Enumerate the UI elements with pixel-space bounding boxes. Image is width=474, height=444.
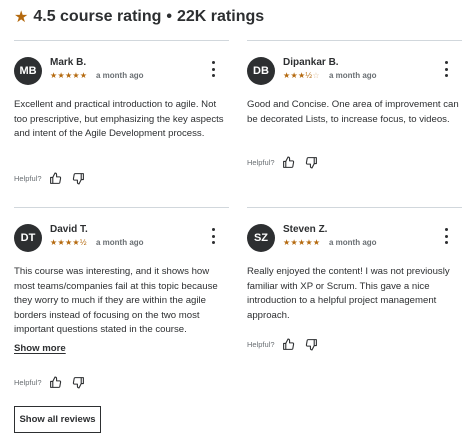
thumbs-up-icon[interactable] (281, 155, 297, 169)
more-options-icon[interactable] (207, 228, 219, 244)
more-options-icon[interactable] (440, 61, 452, 77)
helpful-row: Helpful? (14, 375, 94, 389)
star-icon: ★ (14, 9, 29, 26)
thumbs-up-icon[interactable] (48, 171, 64, 185)
helpful-row: Helpful? (247, 337, 327, 351)
helpful-label: Helpful? (247, 157, 275, 167)
more-options-icon[interactable] (440, 228, 452, 244)
star-rating: ★★★★★ (283, 238, 320, 248)
review-card: DT David T. ★★★★½ a month ago This cours… (14, 207, 229, 397)
stars-filled: ★★★★½ (50, 238, 87, 247)
review-card: SZ Steven Z. ★★★★★ a month ago Really en… (247, 207, 462, 357)
star-rating: ★★★★½ (50, 238, 87, 248)
review-date: a month ago (329, 71, 377, 80)
helpful-label: Helpful? (247, 339, 275, 349)
stars-empty: ☆ (312, 71, 320, 80)
review-date: a month ago (329, 238, 377, 247)
separator-dot: • (166, 8, 172, 25)
helpful-label: Helpful? (14, 173, 42, 183)
avatar: DB (247, 57, 275, 85)
stars-filled: ★★★½ (283, 71, 313, 80)
review-date: a month ago (96, 71, 144, 80)
ratings-count: 22K ratings (177, 8, 265, 25)
ratings-summary: ★ 4.5 course rating • 22K ratings (14, 6, 264, 28)
stars-filled: ★★★★★ (283, 238, 321, 247)
helpful-row: Helpful? (247, 155, 327, 169)
thumbs-up-icon[interactable] (281, 337, 297, 351)
review-date: a month ago (96, 238, 144, 247)
review-text: This course was interesting, and it show… (14, 266, 218, 335)
review-card: MB Mark B. ★★★★★ a month ago Excellent a… (14, 40, 229, 190)
thumbs-down-icon[interactable] (71, 171, 87, 185)
helpful-label: Helpful? (14, 377, 42, 387)
review-text: Really enjoyed the content! I was not pr… (247, 266, 450, 321)
reviewer-name: Dipankar B. (283, 57, 339, 68)
reviewer-name: David T. (50, 224, 88, 235)
review-header: DB Dipankar B. ★★★½☆ a month ago (247, 57, 462, 85)
star-rating: ★★★★★ (50, 71, 87, 81)
helpful-row: Helpful? (14, 171, 94, 185)
avatar: MB (14, 57, 42, 85)
stars-filled: ★★★★★ (50, 71, 88, 80)
thumbs-down-icon[interactable] (71, 375, 87, 389)
review-header: MB Mark B. ★★★★★ a month ago (14, 57, 229, 85)
course-rating: 4.5 course rating (33, 8, 162, 25)
star-rating: ★★★½☆ (283, 71, 320, 81)
thumbs-down-icon[interactable] (304, 337, 320, 351)
thumbs-up-icon[interactable] (48, 375, 64, 389)
show-more-link[interactable]: Show more (14, 343, 66, 354)
review-header: SZ Steven Z. ★★★★★ a month ago (247, 224, 462, 252)
reviewer-name: Mark B. (50, 57, 87, 68)
review-header: DT David T. ★★★★½ a month ago (14, 224, 229, 252)
show-all-reviews-button[interactable]: Show all reviews (14, 406, 101, 433)
review-text: Excellent and practical introduction to … (14, 99, 224, 139)
reviewer-name: Steven Z. (283, 224, 328, 235)
review-card: DB Dipankar B. ★★★½☆ a month ago Good an… (247, 40, 462, 190)
review-text: Good and Concise. One area of improvemen… (247, 99, 459, 125)
thumbs-down-icon[interactable] (304, 155, 320, 169)
avatar: DT (14, 224, 42, 252)
more-options-icon[interactable] (207, 61, 219, 77)
avatar: SZ (247, 224, 275, 252)
